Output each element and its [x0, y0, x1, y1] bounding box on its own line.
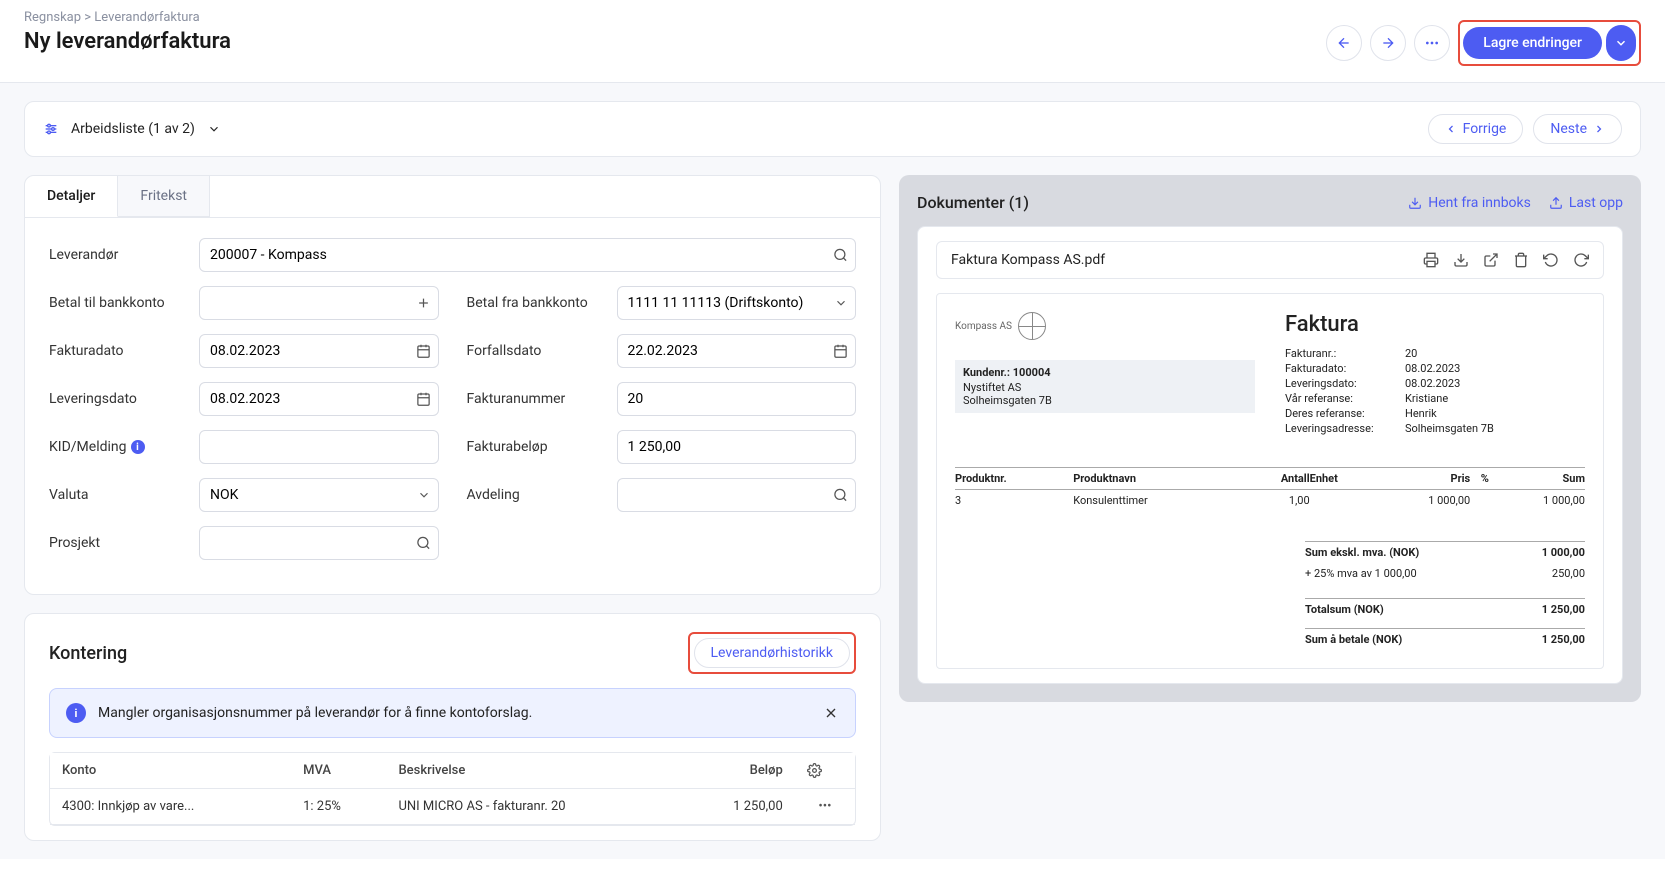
kontering-alert: i Mangler organisasjonsnummer på leveran…	[49, 688, 856, 738]
invoice-preview: Kompass AS Kundenr.: 100004 Nystiftet AS…	[936, 293, 1604, 669]
delivdate-label: Leveringsdato	[49, 391, 189, 407]
amount-input[interactable]	[617, 430, 857, 464]
invno-label: Fakturanummer	[467, 391, 607, 407]
rotate-left-icon[interactable]	[1543, 252, 1559, 268]
col-mva: MVA	[291, 753, 386, 789]
chevron-left-icon	[1445, 123, 1457, 135]
documents-panel: Dokumenter (1) Hent fra innboks Last opp	[899, 175, 1641, 702]
tab-details[interactable]: Detaljer	[25, 176, 118, 217]
upload-button[interactable]: Last opp	[1549, 195, 1623, 211]
save-button[interactable]: Lagre endringer	[1463, 27, 1602, 59]
kontering-title: Kontering	[49, 643, 127, 664]
info-icon: i	[66, 703, 86, 723]
col-beskrivelse: Beskrivelse	[386, 753, 681, 789]
download-icon	[1408, 196, 1422, 210]
duedate-input[interactable]	[617, 334, 857, 368]
print-icon[interactable]	[1423, 252, 1439, 268]
page-title: Ny leverandørfaktura	[24, 29, 231, 54]
amount-label: Fakturabeløp	[467, 439, 607, 455]
worklist-bar: Arbeidsliste (1 av 2) Forrige Neste	[24, 101, 1641, 157]
arrow-left-icon	[1336, 35, 1352, 51]
document-file-bar: Faktura Kompass AS.pdf	[936, 241, 1604, 279]
col-settings[interactable]	[795, 753, 855, 789]
col-konto: Konto	[50, 753, 291, 789]
payfrom-input[interactable]	[617, 286, 857, 320]
document-filename: Faktura Kompass AS.pdf	[951, 252, 1105, 268]
more-actions-button[interactable]	[1414, 25, 1450, 61]
currency-label: Valuta	[49, 487, 189, 503]
info-icon: i	[131, 440, 145, 454]
kid-label: KID/Meldingi	[49, 439, 189, 455]
project-label: Prosjekt	[49, 535, 189, 551]
invoice-company-logo: Kompass AS	[955, 312, 1255, 340]
kontering-card: Kontering Leverandørhistorikk i Mangler …	[24, 613, 881, 841]
invno-input[interactable]	[617, 382, 857, 416]
payfrom-label: Betal fra bankkonto	[467, 295, 607, 311]
filter-icon	[43, 121, 59, 137]
dept-input[interactable]	[617, 478, 857, 512]
payto-input[interactable]	[199, 286, 439, 320]
dept-label: Avdeling	[467, 487, 607, 503]
invdate-label: Fakturadato	[49, 343, 189, 359]
save-dropdown-button[interactable]	[1606, 25, 1636, 61]
chevron-down-icon	[207, 122, 221, 136]
tab-freetext[interactable]: Fritekst	[118, 176, 210, 217]
documents-title: Dokumenter (1)	[917, 193, 1029, 212]
chevron-right-icon	[1593, 123, 1605, 135]
dots-horizontal-icon	[1424, 35, 1440, 51]
alert-close-button[interactable]	[823, 705, 839, 721]
invoice-line: 3Konsulenttimer 1,00 1 000,00 1 000,00	[955, 490, 1585, 512]
external-link-icon[interactable]	[1483, 252, 1499, 268]
delivdate-input[interactable]	[199, 382, 439, 416]
currency-input[interactable]	[199, 478, 439, 512]
alert-text: Mangler organisasjonsnummer på leverandø…	[98, 705, 532, 721]
col-belop: Beløp	[681, 753, 795, 789]
invoice-heading: Faktura	[1285, 312, 1585, 337]
fetch-inbox-button[interactable]: Hent fra innboks	[1408, 195, 1531, 211]
supplier-history-button[interactable]: Leverandørhistorikk	[694, 638, 851, 668]
kontering-table: Konto MVA Beskrivelse Beløp 4300: Innkjø…	[49, 752, 856, 826]
highlight-history: Leverandørhistorikk	[688, 632, 857, 674]
logo-icon	[1018, 312, 1046, 340]
breadcrumb[interactable]: Regnskap > Leverandørfaktura	[24, 10, 231, 25]
nav-forward-button[interactable]	[1370, 25, 1406, 61]
supplier-input[interactable]	[199, 238, 856, 272]
rotate-right-icon[interactable]	[1573, 252, 1589, 268]
row-actions-button[interactable]: •••	[795, 789, 855, 825]
worklist-prev-button[interactable]: Forrige	[1428, 114, 1524, 144]
supplier-label: Leverandør	[49, 247, 189, 263]
trash-icon[interactable]	[1513, 252, 1529, 268]
worklist-next-button[interactable]: Neste	[1533, 114, 1622, 144]
project-input[interactable]	[199, 526, 439, 560]
payto-label: Betal til bankkonto	[49, 295, 189, 311]
chevron-down-icon	[1614, 36, 1628, 50]
duedate-label: Forfallsdato	[467, 343, 607, 359]
table-row[interactable]: 4300: Innkjøp av vare... 1: 25% UNI MICR…	[50, 789, 855, 825]
highlight-save: Lagre endringer	[1458, 20, 1641, 66]
upload-icon	[1549, 196, 1563, 210]
worklist-toggle[interactable]: Arbeidsliste (1 av 2)	[43, 121, 221, 137]
download-icon[interactable]	[1453, 252, 1469, 268]
worklist-label: Arbeidsliste (1 av 2)	[71, 121, 195, 137]
invdate-input[interactable]	[199, 334, 439, 368]
kid-input[interactable]	[199, 430, 439, 464]
arrow-right-icon	[1380, 35, 1396, 51]
page-header: Regnskap > Leverandørfaktura Ny leverand…	[0, 0, 1665, 83]
nav-back-button[interactable]	[1326, 25, 1362, 61]
details-card: Detaljer Fritekst Leverandør Betal til b…	[24, 175, 881, 595]
